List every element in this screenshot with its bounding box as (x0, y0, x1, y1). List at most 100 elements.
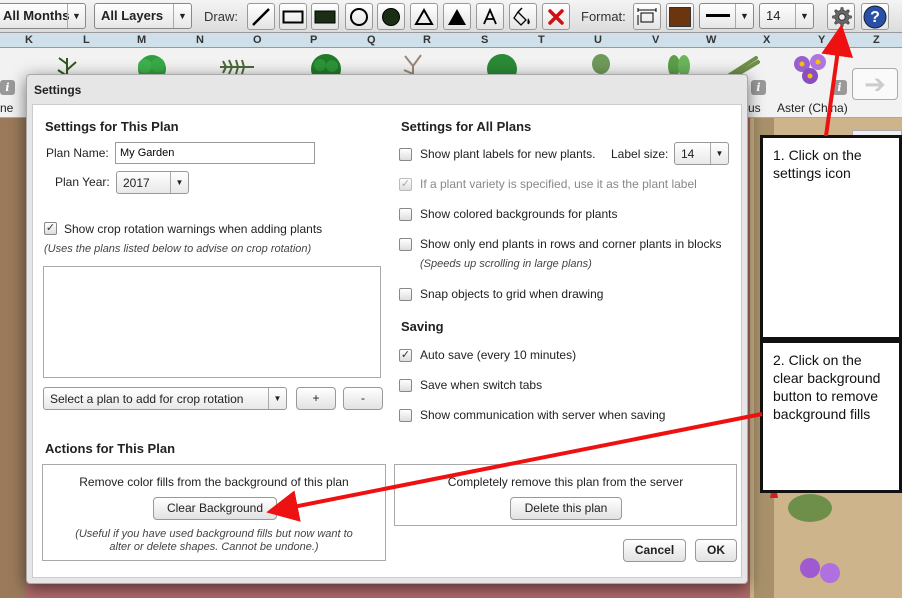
cancel-button[interactable]: Cancel (623, 539, 686, 562)
variety-label-label: If a plant variety is specified, use it … (420, 177, 697, 191)
fill-button[interactable] (509, 3, 537, 30)
ruler-letter: M (137, 34, 147, 46)
save-switch-tabs-checkbox[interactable] (399, 379, 412, 392)
ruler-letter: V (652, 34, 660, 46)
add-plan-button[interactable]: + (296, 387, 336, 410)
ruler-letter: S (481, 34, 489, 46)
layers-select-value: All Layers (101, 8, 164, 23)
chevron-down-icon: ▼ (735, 4, 753, 28)
snap-grid-label: Snap objects to grid when drawing (420, 287, 604, 301)
select-plan-dropdown[interactable]: Select a plan to add for crop rotation ▼ (43, 387, 287, 410)
ruler-letter: Y (818, 34, 826, 46)
clear-background-note: (Useful if you have used background fill… (75, 528, 353, 553)
dimensions-button[interactable] (633, 3, 661, 30)
ok-button[interactable]: OK (695, 539, 737, 562)
draw-circle-filled-button[interactable] (377, 3, 405, 30)
settings-button[interactable] (827, 3, 855, 30)
canvas-left-border (0, 118, 26, 598)
delete-plan-button[interactable]: Delete this plan (510, 497, 622, 520)
svg-text:?: ? (870, 9, 880, 26)
rectangle-filled-icon (314, 10, 336, 23)
ruler-letter: X (763, 34, 771, 46)
delete-plan-panel: Completely remove this plan from the ser… (394, 464, 737, 526)
line-icon (252, 7, 270, 26)
colored-backgrounds-checkbox[interactable] (399, 208, 412, 221)
auto-save-checkbox[interactable]: ✓ (399, 349, 412, 362)
label-size-select[interactable]: 14 ▼ (674, 142, 729, 165)
callout-settings-icon: 1. Click on the settings icon (760, 135, 902, 340)
show-communication-label: Show communication with server when savi… (420, 408, 666, 422)
triangle-outline-icon (414, 7, 434, 25)
toolbar-label-size-value: 14 (766, 8, 781, 23)
plant-labels-checkbox[interactable] (399, 148, 412, 161)
plant-labels-label: Show plant labels for new plants. (420, 147, 596, 161)
callout-two-text: 2. Click on the clear background button … (773, 352, 881, 422)
chevron-down-icon: ▼ (173, 4, 191, 28)
ruler-letter: P (310, 34, 318, 46)
crop-rotation-note: (Uses the plans listed below to advise o… (44, 243, 312, 255)
snap-grid-checkbox[interactable] (399, 288, 412, 301)
plant-label: Aster (China) (777, 101, 848, 115)
months-select[interactable]: All Months ▼ (0, 3, 86, 29)
remove-plan-button[interactable]: - (343, 387, 383, 410)
show-communication-checkbox[interactable] (399, 409, 412, 422)
chevron-down-icon: ▼ (67, 4, 85, 28)
all-plans-heading: Settings for All Plans (401, 119, 532, 134)
text-icon (483, 7, 497, 24)
plan-name-label: Plan Name: (46, 146, 109, 160)
ruler-letter: K (25, 34, 33, 46)
fill-color-swatch (669, 6, 691, 27)
clear-background-button[interactable]: Clear Background (153, 497, 277, 520)
draw-line-button[interactable] (247, 3, 275, 30)
end-plants-label: Show only end plants in rows and corner … (420, 237, 722, 251)
draw-triangle-filled-button[interactable] (443, 3, 471, 30)
help-icon: ? (863, 5, 887, 28)
callout-one-text: 1. Click on the settings icon (773, 147, 862, 181)
draw-circle-outline-button[interactable] (345, 3, 373, 30)
variety-label-checkbox: ✓ (399, 178, 412, 191)
delete-button[interactable] (542, 3, 570, 30)
info-icon[interactable]: i (751, 80, 766, 95)
label-size-value: 14 (681, 147, 695, 161)
crop-rotation-label: Show crop rotation warnings when adding … (64, 222, 323, 236)
draw-rectangle-filled-button[interactable] (311, 3, 339, 30)
plan-name-input[interactable] (115, 142, 315, 164)
format-label: Format: (581, 9, 626, 24)
help-button[interactable]: ? (861, 3, 889, 30)
crop-rotation-plan-list[interactable] (43, 266, 381, 378)
chevron-down-icon: ▼ (710, 143, 728, 164)
draw-text-button[interactable] (476, 3, 504, 30)
draw-label: Draw: (204, 9, 238, 24)
gear-icon (832, 6, 852, 27)
crop-rotation-checkbox[interactable]: ✓ (44, 222, 57, 235)
label-size-label: Label size: (611, 147, 669, 161)
next-plants-button[interactable]: ➔ (852, 68, 898, 100)
plan-year-select[interactable]: 2017 ▼ (116, 171, 189, 194)
draw-triangle-outline-button[interactable] (410, 3, 438, 30)
info-icon[interactable]: i (832, 80, 847, 95)
actions-heading: Actions for This Plan (45, 441, 176, 456)
info-icon[interactable]: i (0, 80, 15, 95)
ruler-letter: U (594, 34, 602, 46)
draw-rectangle-outline-button[interactable] (279, 3, 307, 30)
line-style-select[interactable]: ▼ (699, 3, 754, 29)
rectangle-outline-icon (282, 10, 304, 23)
dialog-title: Settings (27, 75, 747, 103)
fill-color-button[interactable] (666, 3, 694, 30)
end-plants-checkbox[interactable] (399, 238, 412, 251)
remove-fills-text: Remove color fills from the background o… (79, 475, 349, 489)
circle-outline-icon (350, 7, 368, 26)
circle-filled-icon (382, 7, 400, 26)
end-plants-note: (Speeds up scrolling in large plans) (420, 258, 592, 270)
aster-plant-icon[interactable] (790, 52, 832, 92)
chevron-down-icon: ▼ (268, 388, 286, 409)
ruler-letter: N (196, 34, 204, 46)
plan-year-value: 2017 (123, 176, 150, 190)
ruler-letter: Z (873, 34, 880, 46)
ruler-letter: W (706, 34, 717, 46)
chevron-down-icon: ▼ (795, 4, 813, 28)
toolbar-label-size-select[interactable]: 14 ▼ (759, 3, 814, 29)
plant-label-fragment: ne (0, 101, 14, 115)
layers-select[interactable]: All Layers ▼ (94, 3, 192, 29)
column-ruler: K L M N O P Q R S T U V W X Y Z (0, 33, 902, 48)
